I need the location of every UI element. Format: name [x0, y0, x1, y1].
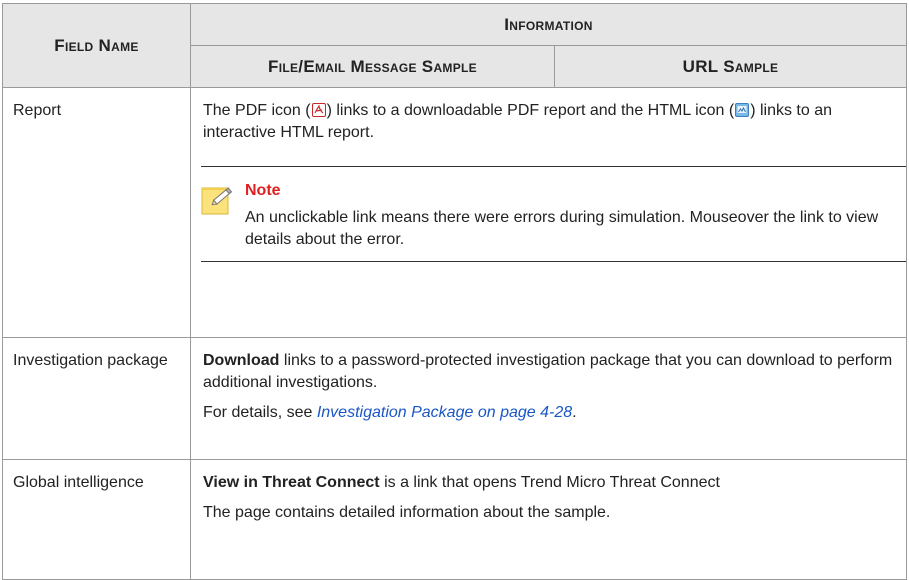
field-cell-global-intelligence: Global intelligence [2, 459, 191, 580]
file-email-sample-header: File/Email Message Sample [190, 45, 555, 88]
field-name-header: Field Name [2, 3, 191, 88]
info-cell-global-intelligence: View in Threat Connect is a link that op… [190, 459, 907, 580]
note-body: An unclickable link means there were err… [245, 209, 879, 248]
report-description: The PDF icon () links to a downloadable … [203, 102, 833, 141]
investigation-description: Download links to a password-protected i… [203, 352, 893, 391]
pdf-icon [311, 103, 326, 117]
investigation-details: For details, see Investigation Package o… [203, 404, 577, 421]
file-email-sample-label: File/Email Message Sample [268, 56, 477, 76]
investigation-package-link[interactable]: Investigation Package on page 4-28 [317, 404, 572, 421]
global-intelligence-description: View in Threat Connect is a link that op… [203, 474, 720, 491]
table-row-investigation: Investigation package Download links to … [2, 337, 907, 460]
download-term: Download [203, 352, 280, 369]
field-info-table: Field Name Information File/Email Messag… [2, 3, 907, 580]
field-label: Investigation package [13, 352, 168, 369]
url-sample-label: URL Sample [682, 56, 779, 76]
information-header: Information [190, 3, 907, 46]
url-sample-header: URL Sample [554, 45, 907, 88]
note-box: Note An unclickable link means there wer… [201, 166, 906, 262]
field-cell-report: Report [2, 87, 191, 338]
note-pencil-icon [201, 187, 233, 215]
table-row-global-intelligence: Global intelligence View in Threat Conne… [2, 459, 907, 580]
info-cell-report: The PDF icon () links to a downloadable … [190, 87, 907, 338]
note-title: Note [245, 182, 281, 199]
field-label: Report [13, 102, 62, 119]
field-label: Global intelligence [13, 474, 144, 491]
table-row-report: Report The PDF icon () links to a downlo… [2, 87, 907, 338]
field-cell-investigation: Investigation package [2, 337, 191, 460]
field-name-header-label: Field Name [54, 35, 139, 55]
information-header-label: Information [504, 14, 593, 34]
view-in-threat-connect-term: View in Threat Connect [203, 474, 380, 491]
html-report-icon [735, 103, 750, 117]
info-cell-investigation: Download links to a password-protected i… [190, 337, 907, 460]
global-intelligence-detail: The page contains detailed information a… [203, 504, 611, 521]
